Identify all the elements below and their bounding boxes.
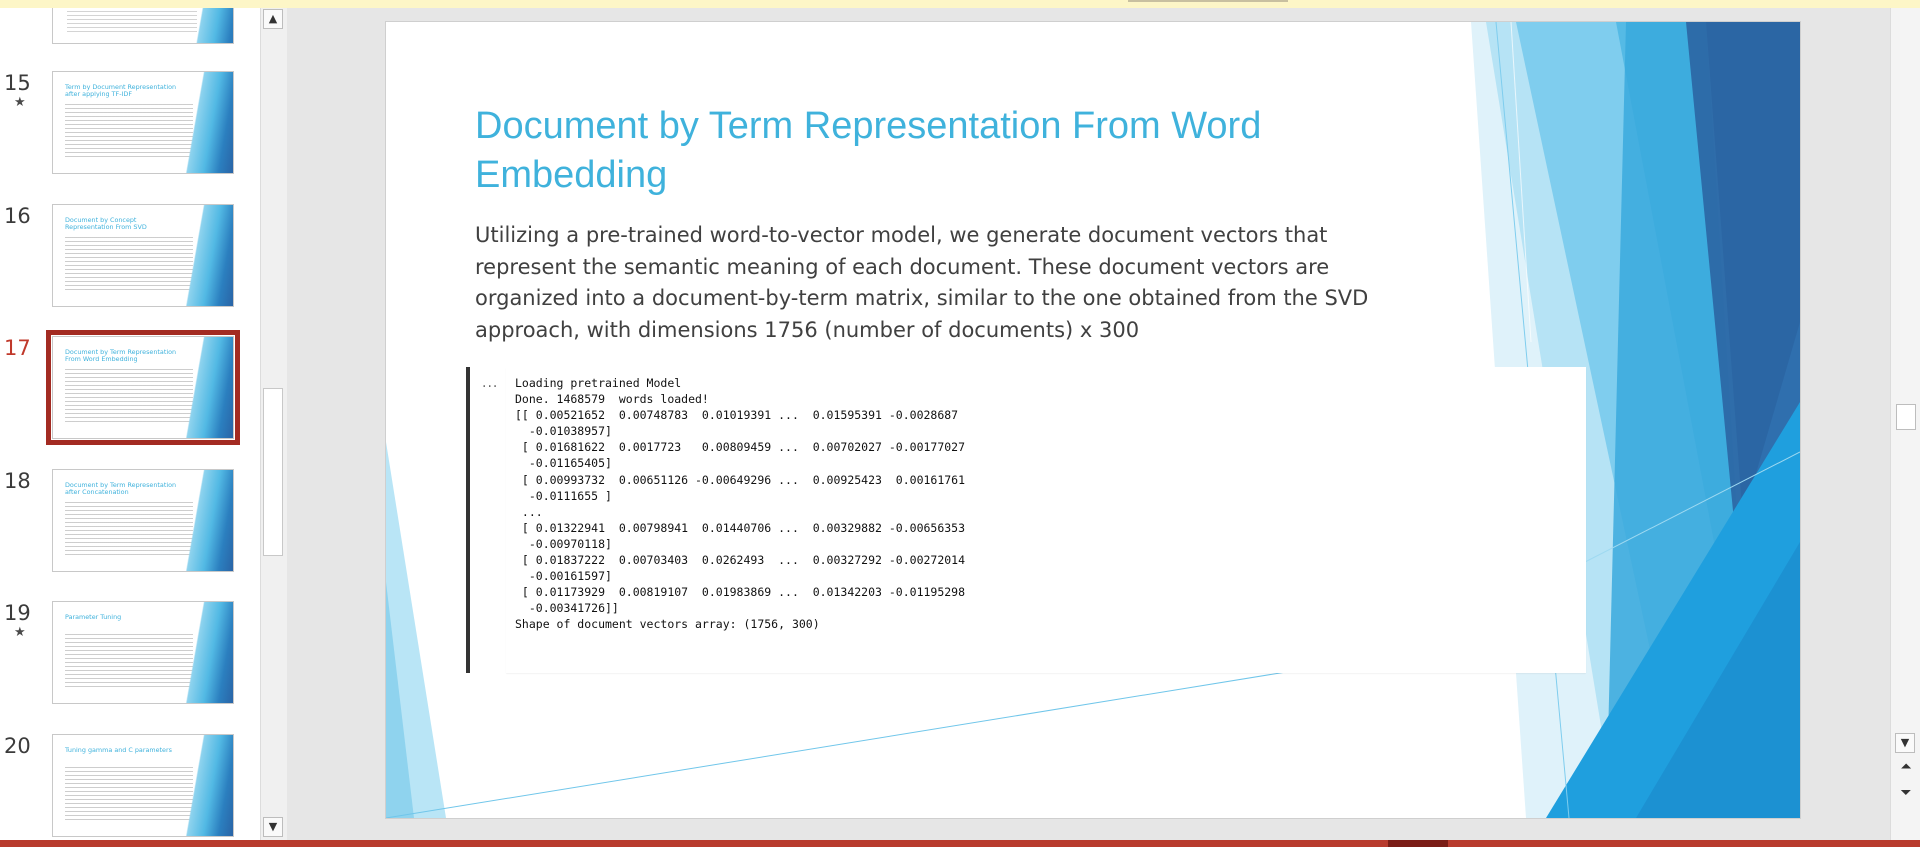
slide-number: 18 [4, 469, 31, 493]
previous-slide-icon[interactable]: ⏶ [1897, 758, 1915, 776]
status-bar [0, 840, 1920, 847]
output-text: Loading pretrained Model Done. 1468579 w… [515, 376, 966, 632]
slide-thumbnail-16[interactable]: 16 Document by Concept Representation Fro… [0, 204, 240, 308]
next-slide-icon[interactable]: ⏷ [1897, 784, 1915, 802]
code-output-image[interactable]: ... Loading pretrained Model Done. 14685… [466, 367, 1586, 673]
thumbnail-text-lines [65, 369, 193, 425]
scroll-up-icon[interactable]: ▲ [263, 9, 283, 29]
status-bar-segment [1388, 840, 1448, 847]
thumbnail-image[interactable]: Document by Term Representation From Wor… [46, 330, 240, 445]
thumbnail-title: Document by Term Representation after Co… [65, 481, 177, 497]
thumbnail-text-lines [65, 634, 193, 690]
slide-thumbnail-pane[interactable]: 15 ★ Term by Document Representation after… [0, 8, 261, 840]
slide-thumbnail-15[interactable]: 15 ★ Term by Document Representation after… [0, 71, 240, 175]
top-strip-tab [1128, 0, 1288, 2]
scroll-down-icon[interactable]: ▼ [263, 817, 283, 837]
thumbnail-decoration [185, 205, 233, 306]
thumbnail-decoration [185, 735, 233, 836]
thumbnail-title: Document by Concept Representation From … [65, 216, 147, 232]
thumbnail-scrollbar[interactable]: ▲ ▼ [260, 8, 287, 840]
slide-number: 20 [4, 734, 31, 758]
slide-thumbnail-20[interactable]: 20 Tuning gamma and C parameters [0, 734, 240, 838]
thumbnail-text-lines [65, 767, 193, 823]
thumbnail-scroll-thumb[interactable] [263, 388, 283, 556]
animation-star-icon: ★ [14, 625, 26, 640]
editor-scroll-thumb[interactable] [1896, 404, 1916, 430]
editor-scrollbar[interactable]: ▼ ⏶ ⏷ [1890, 8, 1920, 840]
thumbnail-decoration [185, 337, 233, 438]
slide-number: 19 [4, 601, 31, 625]
thumbnail-decoration [185, 72, 233, 173]
slide-number: 15 [4, 71, 31, 95]
slide-number: 17 [4, 336, 31, 360]
slide-thumbnail-19[interactable]: 19 ★ Parameter Tuning [0, 601, 240, 705]
thumbnail-decoration [185, 602, 233, 703]
thumbnail-image[interactable]: Tuning gamma and C parameters [52, 734, 234, 837]
slide-title[interactable]: Document by Term Representation From Wor… [475, 102, 1415, 200]
scroll-down-icon[interactable]: ▼ [1895, 733, 1915, 753]
thumbnail-text-lines [65, 502, 193, 558]
slide-body-text[interactable]: Utilizing a pre-trained word-to-vector m… [475, 220, 1405, 346]
thumbnail-image[interactable]: Parameter Tuning [52, 601, 234, 704]
thumbnail-image[interactable]: Document by Concept Representation From … [52, 204, 234, 307]
thumbnail-decoration [185, 470, 233, 571]
thumbnail-text-lines [65, 237, 193, 293]
thumbnail-title: Term by Document Representation after ap… [65, 83, 177, 99]
animation-star-icon: ★ [14, 95, 26, 110]
slide-thumbnail-18[interactable]: 18 Document by Term Representation after … [0, 469, 240, 573]
thumbnail-title: Tuning gamma and C parameters [65, 746, 172, 754]
slide-number: 16 [4, 204, 31, 228]
thumbnail-partial-top[interactable] [52, 8, 234, 44]
slide-editor-area[interactable]: Document by Term Representation From Wor… [287, 8, 1890, 840]
output-collapse-marker: ... [482, 375, 499, 391]
thumbnail-image[interactable]: Term by Document Representation after ap… [52, 71, 234, 174]
thumbnail-text-lines [65, 104, 193, 160]
slide-thumbnail-17[interactable]: 17 Document by Term Representation From W… [0, 330, 240, 445]
thumbnail-image[interactable]: Document by Term Representation after Co… [52, 469, 234, 572]
thumbnail-title: Parameter Tuning [65, 613, 122, 621]
thumbnail-title: Document by Term Representation From Wor… [65, 348, 177, 364]
slide-canvas[interactable]: Document by Term Representation From Wor… [386, 22, 1800, 818]
output-left-bar [466, 367, 470, 673]
